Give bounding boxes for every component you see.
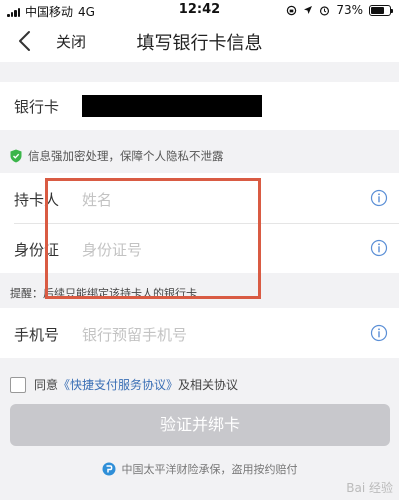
bank-card-label: 银行卡 [14,98,60,116]
bank-card-row[interactable]: 银行卡 [0,82,399,130]
verify-and-bind-button[interactable]: 验证并绑卡 [10,404,390,446]
highlight-annotation-box [45,178,261,299]
bank-card-number-redacted [82,95,262,117]
phone-input[interactable]: 银行预留手机号 [82,324,187,345]
battery-percent: 73% [336,3,363,17]
privacy-note: 信息强加密处理，保障个人隐私不泄露 [10,148,224,164]
insurance-logo-icon [102,462,115,476]
page-title: 填写银行卡信息 [136,33,263,54]
alarm-clock-icon [320,5,330,15]
rotation-lock-icon [287,5,297,15]
battery-icon [369,4,393,16]
footer-text: 中国太平洋财险承保，盗用按约赔付 [121,463,298,476]
phone-row: 手机号 银行预留手机号 [0,308,399,358]
privacy-note-text: 信息强加密处理，保障个人隐私不泄露 [28,149,224,163]
status-right: 73% [286,3,393,17]
info-circle-icon[interactable] [370,189,388,207]
agreement-link[interactable]: 《快捷支付服务协议》 [58,378,178,392]
status-bar: 中国移动 4G 12:42 73% [0,0,399,20]
shield-check-icon [10,149,22,163]
agreement-row: 同意《快捷支付服务协议》及相关协议 [10,376,238,393]
agreement-checkbox[interactable] [10,376,26,393]
nav-bar: 关闭 填写银行卡信息 [0,20,399,62]
agreement-prefix: 同意 [34,378,59,392]
insurance-footer: 中国太平洋财险承保，盗用按约赔付 [0,461,399,477]
location-arrow-icon [304,6,313,14]
agreement-suffix: 及相关协议 [178,378,239,392]
info-circle-icon[interactable] [370,324,388,342]
watermark: Bai 经验 [346,481,393,495]
info-circle-icon[interactable] [370,239,388,257]
phone-label: 手机号 [14,326,60,344]
